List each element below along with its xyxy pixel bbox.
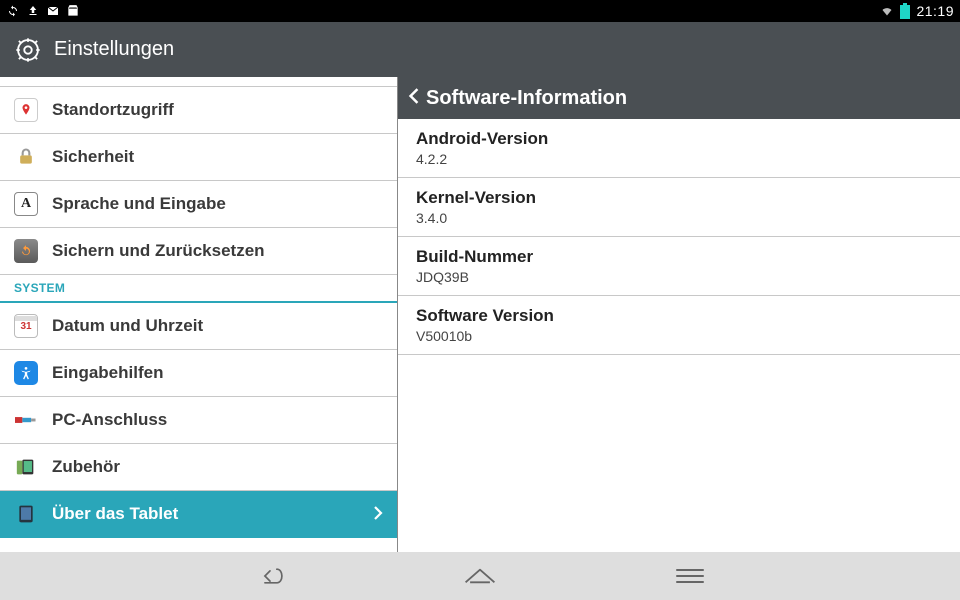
sidebar-item-accessibility[interactable]: Eingabehilfen <box>0 350 397 397</box>
detail-rows: Android-Version 4.2.2 Kernel-Version 3.4… <box>398 119 960 355</box>
row-software-version[interactable]: Software Version V50010b <box>398 296 960 355</box>
tablet-case-icon <box>14 455 38 479</box>
sidebar-item-label: PC-Anschluss <box>52 410 167 430</box>
row-key: Software Version <box>416 306 942 326</box>
accessibility-icon <box>14 361 38 385</box>
main-panes: Standortzugriff Sicherheit A Sprache und… <box>0 77 960 552</box>
download-icon <box>26 4 40 18</box>
sidebar-item-datetime[interactable]: 31 Datum und Uhrzeit <box>0 303 397 350</box>
back-button[interactable] <box>408 87 420 110</box>
sidebar-item-pc-connection[interactable]: PC-Anschluss <box>0 397 397 444</box>
sidebar-item-label: Eingabehilfen <box>52 363 163 383</box>
mail-icon <box>46 4 60 18</box>
sidebar-item-label: Sprache und Eingabe <box>52 194 226 214</box>
store-icon <box>66 4 80 18</box>
usb-icon <box>14 408 38 432</box>
row-build-number[interactable]: Build-Nummer JDQ39B <box>398 237 960 296</box>
sidebar-item-accessory[interactable]: Zubehör <box>0 444 397 491</box>
detail-pane: Software-Information Android-Version 4.2… <box>398 77 960 552</box>
settings-header: Einstellungen <box>0 22 960 77</box>
sidebar-item-label: Über das Tablet <box>52 504 178 524</box>
list-stub <box>0 77 397 87</box>
sidebar-item-label: Sichern und Zurücksetzen <box>52 241 265 261</box>
sidebar-item-security[interactable]: Sicherheit <box>0 134 397 181</box>
language-icon: A <box>14 192 38 216</box>
page-title: Einstellungen <box>54 38 174 61</box>
sidebar-item-about-tablet[interactable]: Über das Tablet <box>0 491 397 538</box>
settings-sidebar: Standortzugriff Sicherheit A Sprache und… <box>0 77 398 552</box>
row-key: Kernel-Version <box>416 188 942 208</box>
sidebar-item-backup-reset[interactable]: Sichern und Zurücksetzen <box>0 228 397 275</box>
row-value: JDQ39B <box>416 269 942 285</box>
status-bar: 21:19 <box>0 0 960 22</box>
sidebar-item-label: Standortzugriff <box>52 100 174 120</box>
row-android-version[interactable]: Android-Version 4.2.2 <box>398 119 960 178</box>
row-value: V50010b <box>416 328 942 344</box>
sidebar-item-location[interactable]: Standortzugriff <box>0 87 397 134</box>
location-pin-icon <box>14 98 38 122</box>
settings-gear-icon <box>14 36 42 64</box>
system-nav-bar <box>0 552 960 600</box>
status-time: 21:19 <box>916 3 954 19</box>
row-value: 4.2.2 <box>416 151 942 167</box>
sidebar-category-label: SYSTEM <box>14 281 65 295</box>
backup-reset-icon <box>14 239 38 263</box>
nav-menu-button[interactable] <box>660 560 720 592</box>
detail-title: Software-Information <box>426 87 627 110</box>
row-value: 3.4.0 <box>416 210 942 226</box>
sidebar-item-label: Sicherheit <box>52 147 134 167</box>
calendar-icon: 31 <box>14 314 38 338</box>
chevron-right-icon <box>373 504 383 525</box>
wifi-icon <box>880 4 894 18</box>
row-key: Android-Version <box>416 129 942 149</box>
row-kernel-version[interactable]: Kernel-Version 3.4.0 <box>398 178 960 237</box>
sync-icon <box>6 4 20 18</box>
settings-list: Standortzugriff Sicherheit A Sprache und… <box>0 77 397 538</box>
sidebar-category-system: SYSTEM <box>0 275 397 303</box>
status-right: 21:19 <box>880 3 954 19</box>
lock-icon <box>14 145 38 169</box>
sidebar-item-label: Zubehör <box>52 457 120 477</box>
tablet-icon <box>14 502 38 526</box>
sidebar-item-label: Datum und Uhrzeit <box>52 316 203 336</box>
battery-icon <box>900 4 910 18</box>
sidebar-item-language[interactable]: A Sprache und Eingabe <box>0 181 397 228</box>
row-key: Build-Nummer <box>416 247 942 267</box>
nav-home-button[interactable] <box>450 560 510 592</box>
status-left <box>6 4 80 18</box>
nav-back-button[interactable] <box>240 560 300 592</box>
detail-header: Software-Information <box>398 77 960 119</box>
